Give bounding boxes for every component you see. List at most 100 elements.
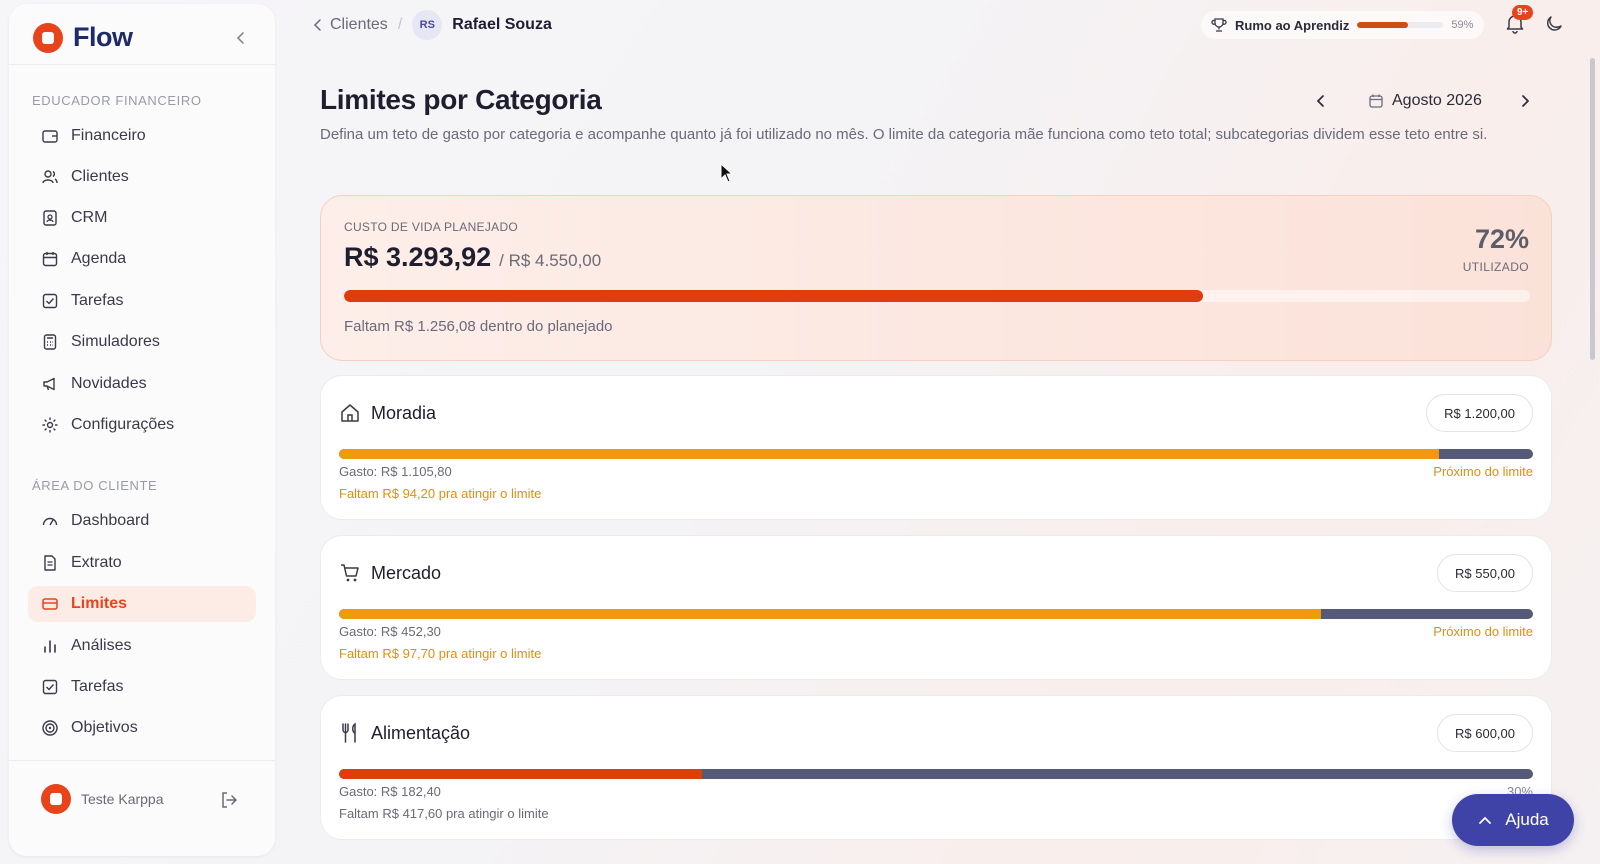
sidebar-item-label: Análises	[71, 637, 132, 654]
logout-icon[interactable]	[219, 790, 239, 810]
credit-card-icon	[42, 598, 58, 610]
mouse-cursor-icon	[720, 163, 734, 183]
calendar-icon	[1369, 94, 1383, 108]
next-month-button[interactable]	[1514, 90, 1536, 112]
calculator-icon	[43, 334, 57, 350]
document-icon	[44, 555, 56, 571]
summary-progress-track	[344, 290, 1530, 302]
level-progress[interactable]: Rumo ao Aprendiz 59%	[1201, 11, 1484, 39]
trophy-icon	[1211, 18, 1227, 32]
category-progress-fill	[339, 769, 702, 779]
sidebar-item-label: Tarefas	[71, 292, 124, 309]
summary-spent: R$ 3.293,92	[344, 242, 492, 272]
sidebar-item-tarefas[interactable]: Tarefas	[28, 283, 256, 319]
breadcrumb-back-link[interactable]: Clientes	[312, 16, 388, 34]
sidebar-item-novidades[interactable]: Novidades	[28, 366, 256, 402]
sidebar-item-objetivos[interactable]: Objetivos	[28, 710, 256, 746]
category-progress-fill	[339, 449, 1440, 459]
checkbox-icon	[42, 293, 58, 309]
page-title: Limites por Categoria	[320, 84, 602, 115]
sidebar-section-client: ÁREA DO CLIENTE	[32, 478, 158, 493]
brand[interactable]: Flow	[33, 22, 133, 53]
category-spent: Gasto: R$ 182,40	[339, 784, 441, 799]
cart-icon	[341, 564, 359, 582]
bar-chart-icon	[44, 640, 56, 653]
collapse-sidebar-icon[interactable]	[231, 28, 251, 48]
brand-name: Flow	[73, 22, 133, 52]
sidebar-item-label: Novidades	[71, 375, 147, 392]
previous-month-button[interactable]	[1310, 90, 1332, 112]
gauge-icon	[42, 517, 58, 526]
breadcrumb: Clientes / RS Rafael Souza	[312, 10, 552, 40]
category-name: Mercado	[371, 563, 442, 583]
category-card-moradia: Moradia R$ 1.200,00 Gasto: R$ 1.105,80 P…	[320, 375, 1552, 520]
sidebar-item-label: Financeiro	[71, 127, 146, 144]
sidebar: Flow EDUCADOR FINANCEIRO Financeiro Clie…	[9, 4, 275, 856]
sidebar-item-analises[interactable]: Análises	[28, 628, 256, 664]
help-button[interactable]: Ajuda	[1452, 794, 1574, 846]
sidebar-item-financeiro[interactable]: Financeiro	[28, 118, 256, 154]
category-progress-fill	[339, 609, 1321, 619]
breadcrumb-current: Rafael Souza	[452, 16, 552, 33]
breadcrumb-back-label: Clientes	[330, 16, 388, 33]
category-name: Moradia	[371, 403, 437, 423]
category-limit-button[interactable]: R$ 600,00	[1437, 714, 1533, 752]
sidebar-item-crm[interactable]: CRM	[28, 200, 256, 236]
category-card-mercado: Mercado R$ 550,00 Gasto: R$ 452,30 Próxi…	[320, 535, 1552, 680]
summary-amount: R$ 3.293,92 / R$ 4.550,00	[344, 242, 601, 273]
category-spent: Gasto: R$ 452,30	[339, 624, 441, 639]
megaphone-icon	[43, 377, 55, 391]
moon-icon[interactable]	[1544, 14, 1564, 34]
level-progress-fill	[1357, 22, 1409, 28]
contact-card-icon	[43, 210, 57, 226]
sidebar-item-label: Agenda	[71, 250, 127, 267]
summary-remaining: Faltam R$ 1.256,08 dentro do planejado	[344, 318, 613, 335]
sidebar-item-label: Limites	[71, 595, 128, 612]
home-icon	[341, 404, 359, 422]
sidebar-item-limites[interactable]: Limites	[28, 586, 256, 622]
breadcrumb-separator: /	[397, 16, 403, 33]
chevron-left-icon	[1316, 95, 1324, 107]
user-name: Teste Karppa	[81, 791, 164, 807]
sidebar-item-label: Objetivos	[71, 719, 138, 736]
sidebar-item-agenda[interactable]: Agenda	[28, 241, 256, 277]
sidebar-item-extrato[interactable]: Extrato	[28, 545, 256, 581]
summary-progress-fill	[344, 290, 1203, 302]
avatar	[41, 784, 71, 814]
calendar-icon	[42, 252, 58, 267]
category-status: Próximo do limite	[1433, 464, 1533, 479]
sidebar-item-label: Clientes	[71, 168, 129, 185]
sidebar-item-label: Tarefas	[71, 678, 124, 695]
category-limit-button[interactable]: R$ 550,00	[1437, 554, 1533, 592]
sidebar-item-label: Configurações	[71, 416, 175, 433]
summary-percent-label: UTILIZADO	[1462, 260, 1529, 274]
summary-total: / R$ 4.550,00	[499, 251, 602, 270]
sidebar-item-label: Dashboard	[71, 512, 150, 529]
category-progress-track	[339, 449, 1533, 459]
scrollbar[interactable]	[1590, 58, 1595, 360]
summary-percent: 72%	[1474, 224, 1529, 254]
summary-kicker: CUSTO DE VIDA PLANEJADO	[344, 220, 519, 234]
sidebar-item-configuracoes[interactable]: Configurações	[28, 407, 256, 443]
wallet-icon	[42, 130, 58, 143]
users-icon	[42, 170, 58, 184]
category-status: Próximo do limite	[1433, 624, 1533, 639]
notification-badge: 9+	[1512, 5, 1534, 20]
month-picker[interactable]: Agosto 2026	[1368, 92, 1482, 110]
category-limit-button[interactable]: R$ 1.200,00	[1426, 394, 1533, 432]
user-profile[interactable]: Teste Karppa	[41, 784, 164, 814]
chevron-right-icon	[1522, 95, 1530, 107]
sidebar-item-label: Simuladores	[71, 333, 160, 350]
sidebar-item-dashboard[interactable]: Dashboard	[28, 503, 256, 539]
sidebar-item-tarefas-cliente[interactable]: Tarefas	[28, 669, 256, 705]
gear-icon	[42, 417, 58, 433]
sidebar-item-simuladores[interactable]: Simuladores	[28, 324, 256, 360]
category-name: Alimentação	[371, 723, 471, 743]
category-progress-track	[339, 769, 1533, 779]
sidebar-item-clientes[interactable]: Clientes	[28, 159, 256, 195]
category-spent: Gasto: R$ 1.105,80	[339, 464, 452, 479]
sidebar-item-label: Extrato	[71, 554, 122, 571]
flow-logo-icon	[33, 22, 63, 53]
category-card-alimentacao: Alimentação R$ 600,00 Gasto: R$ 182,40 3…	[320, 695, 1552, 840]
sidebar-item-label: CRM	[71, 209, 108, 226]
